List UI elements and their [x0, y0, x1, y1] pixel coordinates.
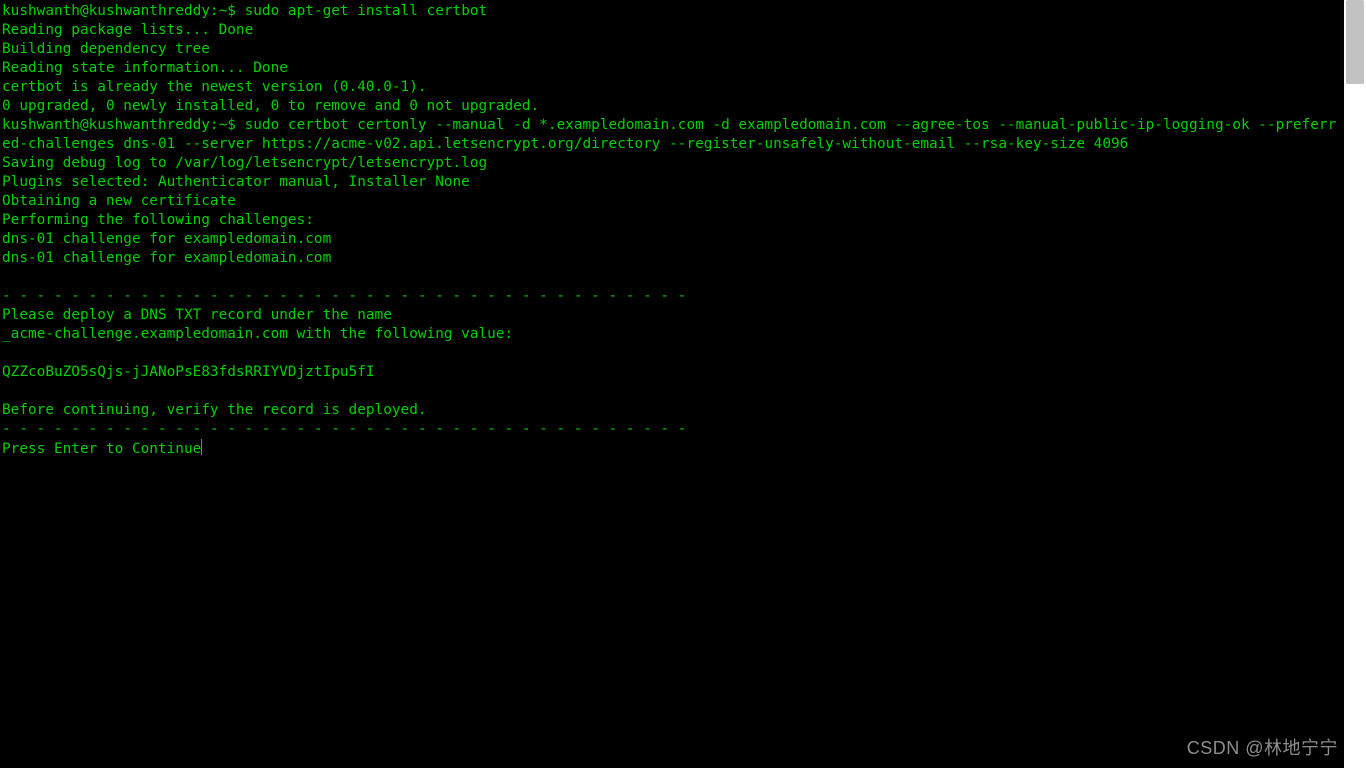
output-line: Plugins selected: Authenticator manual, …: [2, 174, 470, 190]
command-text: sudo apt-get install certbot: [245, 3, 488, 19]
output-line: QZZcoBuZO5sQjs-jJANoPsE83fdsRRIYVDjztIpu…: [2, 364, 375, 380]
terminal-window[interactable]: kushwanth@kushwanthreddy:~$ sudo apt-get…: [0, 0, 1344, 768]
output-line: certbot is already the newest version (0…: [2, 79, 427, 95]
output-line: - - - - - - - - - - - - - - - - - - - - …: [2, 288, 686, 304]
output-line: Before continuing, verify the record is …: [2, 402, 427, 418]
output-line: Saving debug log to /var/log/letsencrypt…: [2, 155, 487, 171]
output-line: Please deploy a DNS TXT record under the…: [2, 307, 392, 323]
shell-prompt: kushwanth@kushwanthreddy:~$: [2, 117, 245, 133]
scrollbar-thumb[interactable]: [1346, 0, 1364, 84]
output-line: Reading package lists... Done: [2, 22, 253, 38]
text-cursor: [201, 439, 202, 455]
output-line: - - - - - - - - - - - - - - - - - - - - …: [2, 421, 686, 437]
input-prompt[interactable]: Press Enter to Continue: [2, 441, 201, 457]
output-line: Building dependency tree: [2, 41, 210, 57]
screenshot-viewport: kushwanth@kushwanthreddy:~$ sudo apt-get…: [0, 0, 1366, 768]
output-line: Reading state information... Done: [2, 60, 288, 76]
output-line: _acme-challenge.exampledomain.com with t…: [2, 326, 513, 342]
shell-prompt: kushwanth@kushwanthreddy:~$: [2, 3, 245, 19]
output-line: dns-01 challenge for exampledomain.com: [2, 231, 331, 247]
scrollbar-track[interactable]: [1344, 0, 1366, 768]
output-line: 0 upgraded, 0 newly installed, 0 to remo…: [2, 98, 539, 114]
output-line: dns-01 challenge for exampledomain.com: [2, 250, 331, 266]
output-line: Performing the following challenges:: [2, 212, 314, 228]
output-line: Obtaining a new certificate: [2, 193, 236, 209]
